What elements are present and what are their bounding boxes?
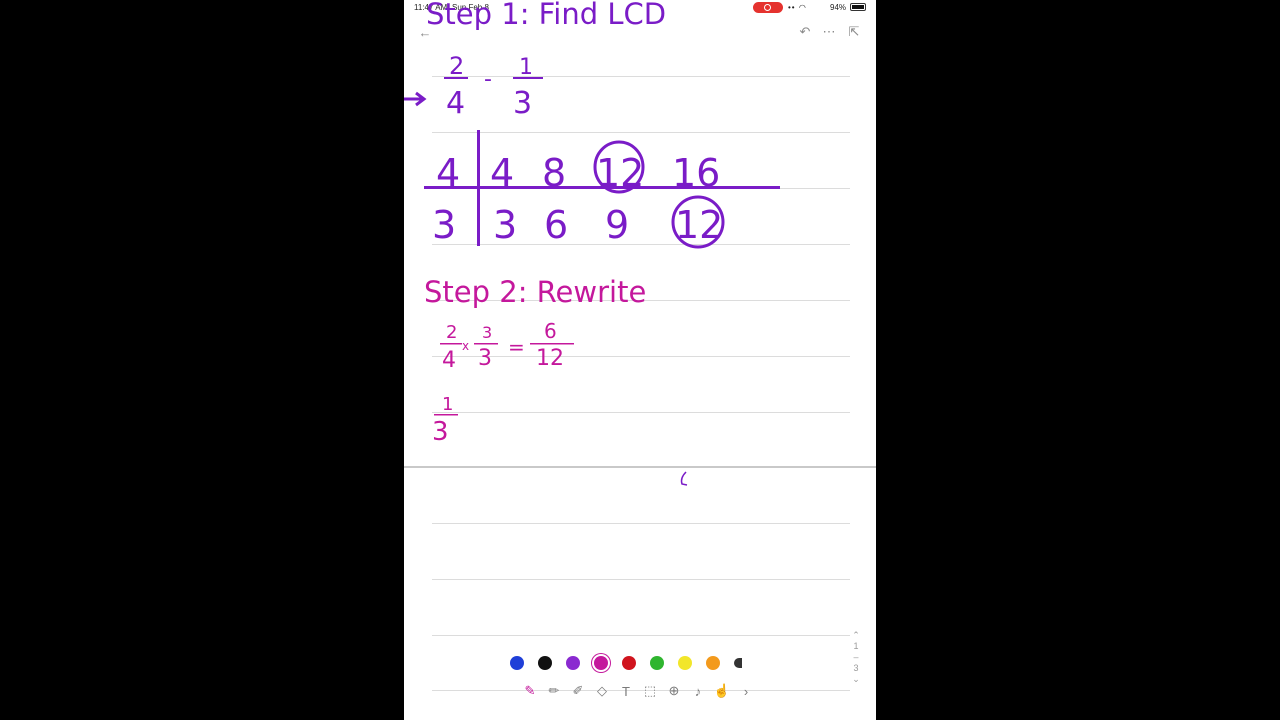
add-icon[interactable]: ⊕ [662, 680, 686, 702]
page-scroller[interactable]: ⌃ 1 – 3 ⌄ [846, 630, 866, 694]
frac-b-den: 3 [432, 417, 449, 447]
fraction-a-denominator: 4 [446, 86, 465, 121]
table-bottom-cell-3: 9 [605, 203, 629, 247]
minus-operator: - [484, 67, 492, 92]
step2-heading: Step 2: Rewrite [424, 275, 646, 309]
arrow-pointer-icon [404, 91, 427, 107]
eq-a-r-bar [530, 343, 574, 345]
color-blue[interactable] [510, 656, 524, 670]
step2-group: Step 2: Rewrite 2 4 x 3 3 = 6 12 1 3 [424, 275, 646, 447]
fraction-b-numerator: 1 [519, 55, 533, 80]
handwriting-canvas[interactable]: Step 1: Find LCD 2 4 - 1 3 4 4 8 12 16 3… [404, 0, 876, 720]
fraction-a-bar [444, 77, 468, 79]
text-icon[interactable]: T [614, 680, 638, 702]
highlighter-icon[interactable]: ✐ [566, 680, 590, 702]
table-bottom-cell-2: 6 [544, 203, 568, 247]
eq-a-r-den: 12 [536, 346, 564, 371]
eraser-icon[interactable]: ◇ [590, 680, 614, 702]
frac-b-num: 1 [442, 394, 453, 415]
color-yellow[interactable] [678, 656, 692, 670]
chevron-up-icon[interactable]: ⌃ [852, 630, 860, 641]
table-row-header-top: 4 [436, 151, 460, 195]
tool-bar: ✎ ✏ ✐ ◇ T ⬚ ⊕ ♪ ☝ › [518, 680, 778, 702]
color-magenta[interactable] [594, 656, 608, 670]
eq-a-equals: = [508, 335, 525, 359]
eq-a-den: 4 [442, 348, 456, 373]
touch-icon[interactable]: ☝ [710, 680, 734, 702]
table-top-cell-2: 8 [542, 151, 566, 195]
table-top-cell-1: 4 [490, 151, 514, 195]
chevron-right-icon[interactable]: › [734, 680, 758, 702]
eq-a-m-num: 3 [482, 323, 492, 342]
table-top-cell-4: 16 [672, 151, 720, 195]
eq-a-m-den: 3 [478, 346, 492, 371]
table-top-cell-3: 12 [596, 151, 644, 195]
eq-a-bar [440, 343, 462, 345]
eq-a-r-num: 6 [544, 319, 557, 343]
lasso-icon[interactable]: ⬚ [638, 680, 662, 702]
chevron-down-icon[interactable]: ⌄ [852, 674, 860, 685]
stray-ink-mark [680, 471, 688, 486]
step1-group: Step 1: Find LCD 2 4 - 1 3 4 4 8 12 16 3… [404, 0, 780, 249]
color-black[interactable] [538, 656, 552, 670]
pen-icon[interactable]: ✎ [518, 680, 542, 702]
page-separator: – [853, 652, 859, 662]
eq-a-times: x [462, 339, 469, 353]
fraction-a-numerator: 2 [449, 52, 464, 80]
step1-heading: Step 1: Find LCD [426, 0, 666, 31]
table-row-header-bottom: 3 [432, 203, 456, 247]
color-orange[interactable] [706, 656, 720, 670]
eq-a-m-bar [474, 343, 498, 345]
color-purple[interactable] [566, 656, 580, 670]
eq-a-num: 2 [446, 322, 457, 343]
color-more[interactable] [734, 658, 742, 668]
page-current: 1 [853, 641, 859, 651]
table-bottom-cell-1: 3 [493, 203, 517, 247]
color-red[interactable] [622, 656, 636, 670]
page-total: 3 [853, 663, 859, 673]
color-palette [510, 650, 774, 676]
color-green[interactable] [650, 656, 664, 670]
mic-icon[interactable]: ♪ [686, 680, 710, 702]
notes-page: 11:47 AM Sun Feb 8 •• ◠ 94% ← ↶ ⋯ ⇱ Step… [404, 0, 876, 720]
fraction-b-bar [513, 77, 543, 79]
frac-b-bar [434, 414, 458, 416]
fraction-b-denominator: 3 [513, 86, 532, 121]
pencil-icon[interactable]: ✏ [542, 680, 566, 702]
